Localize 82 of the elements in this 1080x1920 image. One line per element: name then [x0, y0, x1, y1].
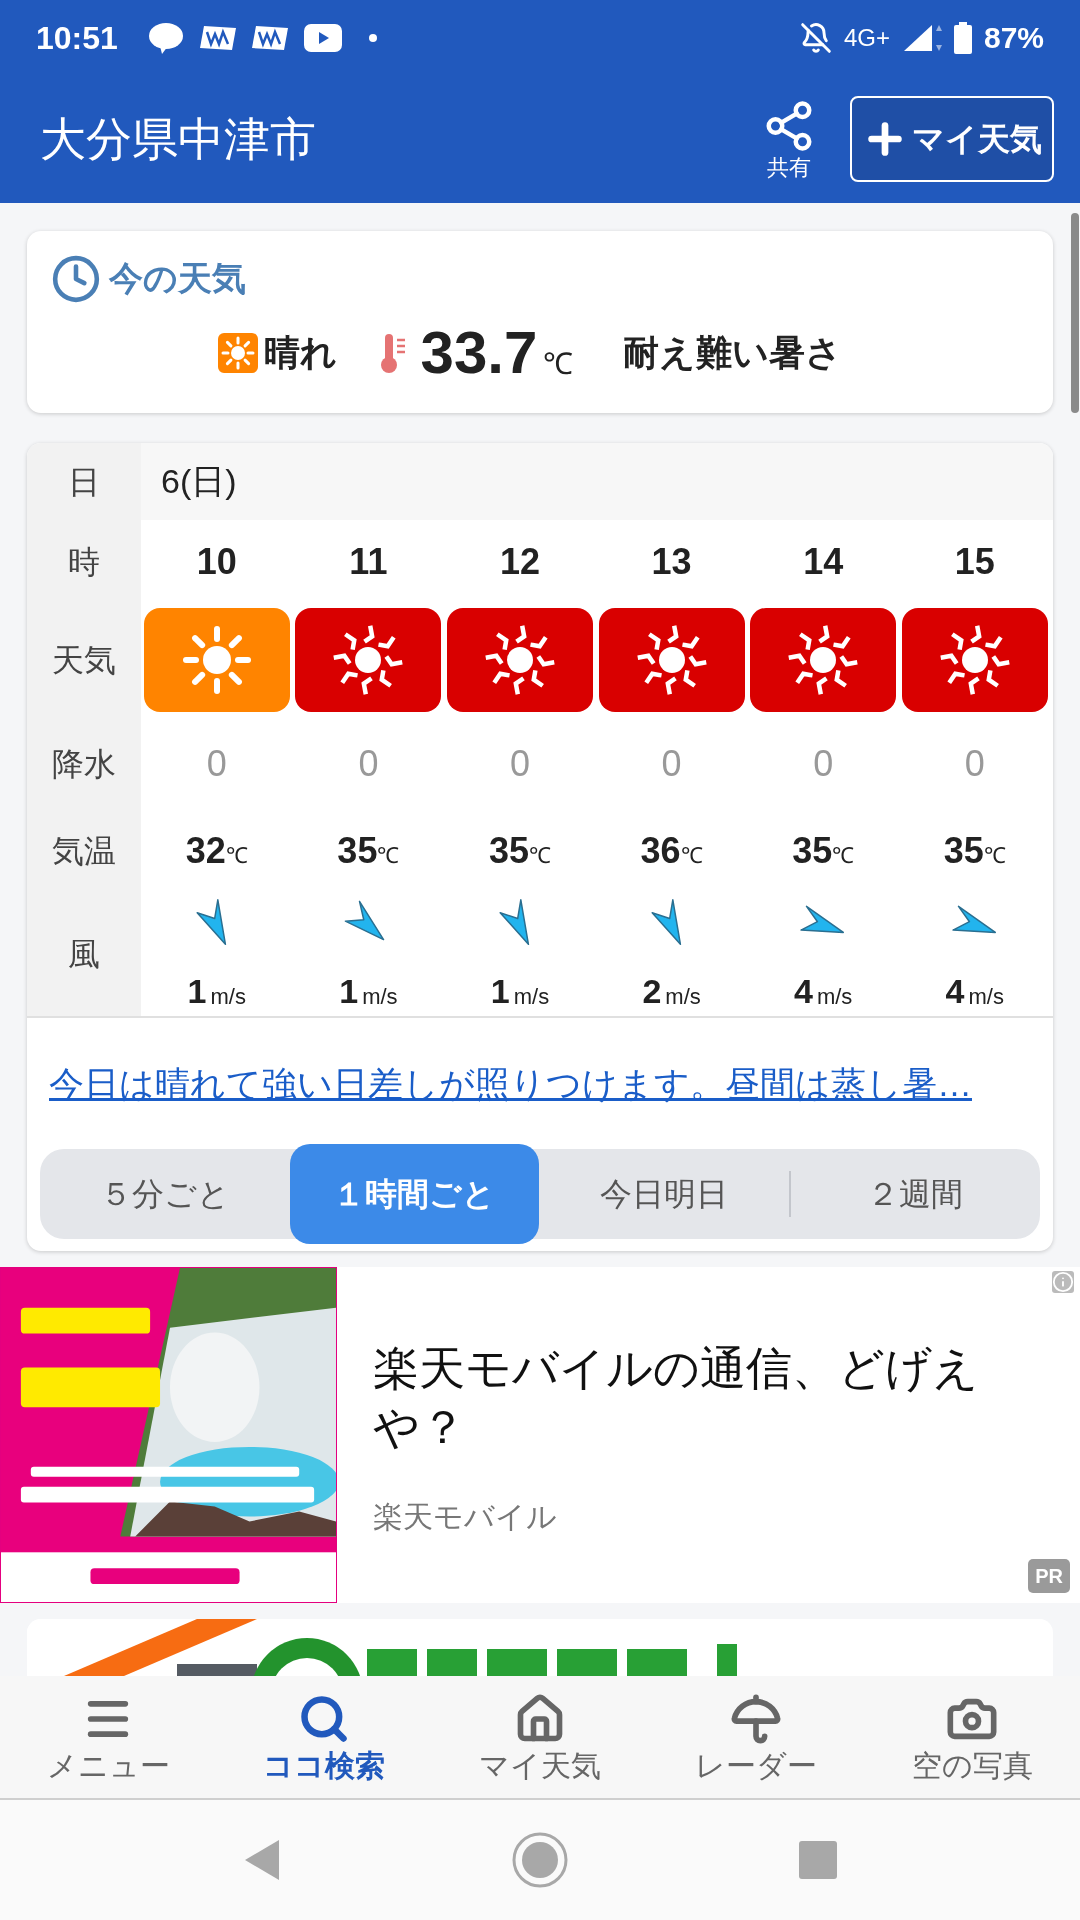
wind-speed-value: 2 — [642, 974, 662, 1008]
hour-text: 13 — [651, 539, 692, 584]
info-icon[interactable] — [1052, 1270, 1074, 1293]
hour-text: 12 — [499, 539, 540, 584]
current-weather-heading: 今の天気 — [109, 258, 246, 299]
wind-speed-value: 1 — [339, 974, 359, 1008]
precipitation-value: 0 — [509, 741, 530, 786]
temperature-unit: ℃ — [377, 842, 400, 870]
condition-text: 晴れ — [263, 331, 337, 375]
heat-comment: 耐え難い暑さ — [623, 331, 843, 375]
wind-speed-unit: m/s — [968, 986, 1004, 1008]
forecast-summary-link[interactable]: 今日は晴れて強い日差しが照りつけます。昼間は蒸し暑… — [49, 1064, 972, 1103]
ad-title: 楽天モバイルの通信、どげえや？ — [373, 1340, 980, 1456]
precipitation-value: 0 — [358, 741, 379, 786]
view-tab[interactable]: 今日明日 — [539, 1148, 789, 1239]
row-label: 天気 — [52, 640, 116, 680]
notification-dot-icon — [367, 32, 378, 43]
back-icon[interactable] — [243, 1838, 281, 1882]
view-tab[interactable]: １時間ごと — [289, 1143, 539, 1244]
nav-tab[interactable]: ココ検索 — [216, 1693, 432, 1781]
wind-speed-value: 1 — [187, 974, 207, 1008]
sun-icon — [217, 333, 258, 373]
temperature-unit: ℃ — [543, 346, 574, 382]
app-logo-icon — [199, 23, 236, 52]
ad-advertiser: 楽天モバイル — [373, 1499, 558, 1536]
temperature-value: 35 — [943, 829, 984, 873]
battery-icon — [953, 21, 972, 54]
share-button[interactable]: 共有 — [762, 99, 816, 179]
search-icon — [298, 1693, 350, 1745]
temperature-value: 32 — [185, 829, 226, 873]
row-label: 風 — [68, 934, 100, 974]
hour-text: 15 — [954, 539, 995, 584]
wind-speed-unit: m/s — [362, 986, 398, 1008]
temperature-unit: ℃ — [529, 841, 551, 870]
precipitation-value: 0 — [661, 741, 682, 786]
wind-speed-unit: m/s — [665, 986, 701, 1008]
wind-speed-value: 1 — [490, 974, 510, 1008]
temperature-value: 36 — [640, 829, 681, 873]
wind-speed-unit: m/s — [513, 986, 550, 1008]
temperature-unit: ℃ — [225, 841, 248, 870]
date-text: 6(日) — [161, 461, 237, 502]
nav-tab[interactable]: レーダー — [648, 1693, 864, 1781]
temperature-unit: ℃ — [983, 841, 1006, 870]
battery-percent: 87% — [983, 20, 1044, 56]
chat-bubble-icon — [147, 21, 184, 54]
view-tab[interactable]: ２週間 — [790, 1148, 1040, 1239]
temperature-unit: ℃ — [680, 841, 703, 870]
status-time: 10:51 — [36, 18, 118, 58]
bell-off-icon — [799, 21, 832, 54]
wind-speed-value: 4 — [945, 974, 965, 1008]
clock-icon — [51, 253, 101, 304]
home-icon[interactable] — [511, 1831, 569, 1889]
nav-tab[interactable]: メニュー — [0, 1693, 216, 1781]
hour-text: 10 — [196, 539, 237, 584]
wind-speed-unit: m/s — [816, 986, 853, 1008]
network-type: 4G+ — [843, 22, 890, 53]
nav-tab[interactable]: マイ天気 — [432, 1693, 648, 1781]
wind-speed-unit: m/s — [210, 986, 246, 1008]
temperature-value: 35 — [488, 829, 529, 873]
view-tab[interactable]: ５分ごと — [40, 1148, 290, 1239]
row-label: 日 — [68, 462, 100, 502]
hour-text: 14 — [803, 539, 844, 584]
pr-badge: PR — [1028, 1558, 1070, 1593]
temperature-unit: ℃ — [832, 842, 855, 870]
add-my-weather-button[interactable]: マイ天気 — [850, 96, 1054, 182]
hour-text: 11 — [349, 539, 388, 584]
precipitation-value: 0 — [813, 741, 834, 786]
location-title: 大分県中津市 — [40, 111, 316, 167]
thermometer-icon — [380, 332, 407, 374]
precipitation-value: 0 — [964, 741, 985, 786]
nav-tab[interactable]: 空の写真 — [864, 1693, 1080, 1781]
wind-speed-value: 4 — [794, 974, 813, 1008]
app-logo-icon — [251, 23, 288, 52]
umbrella-icon — [730, 1693, 782, 1745]
row-label: 気温 — [52, 832, 116, 871]
precipitation-value: 0 — [206, 741, 227, 786]
temperature-value: 33.7 — [420, 318, 538, 388]
temperature-value: 35 — [337, 829, 378, 873]
row-label: 時 — [68, 542, 100, 582]
row-label: 降水 — [52, 744, 116, 784]
video-play-icon — [303, 23, 342, 52]
temperature-value: 35 — [792, 829, 833, 873]
